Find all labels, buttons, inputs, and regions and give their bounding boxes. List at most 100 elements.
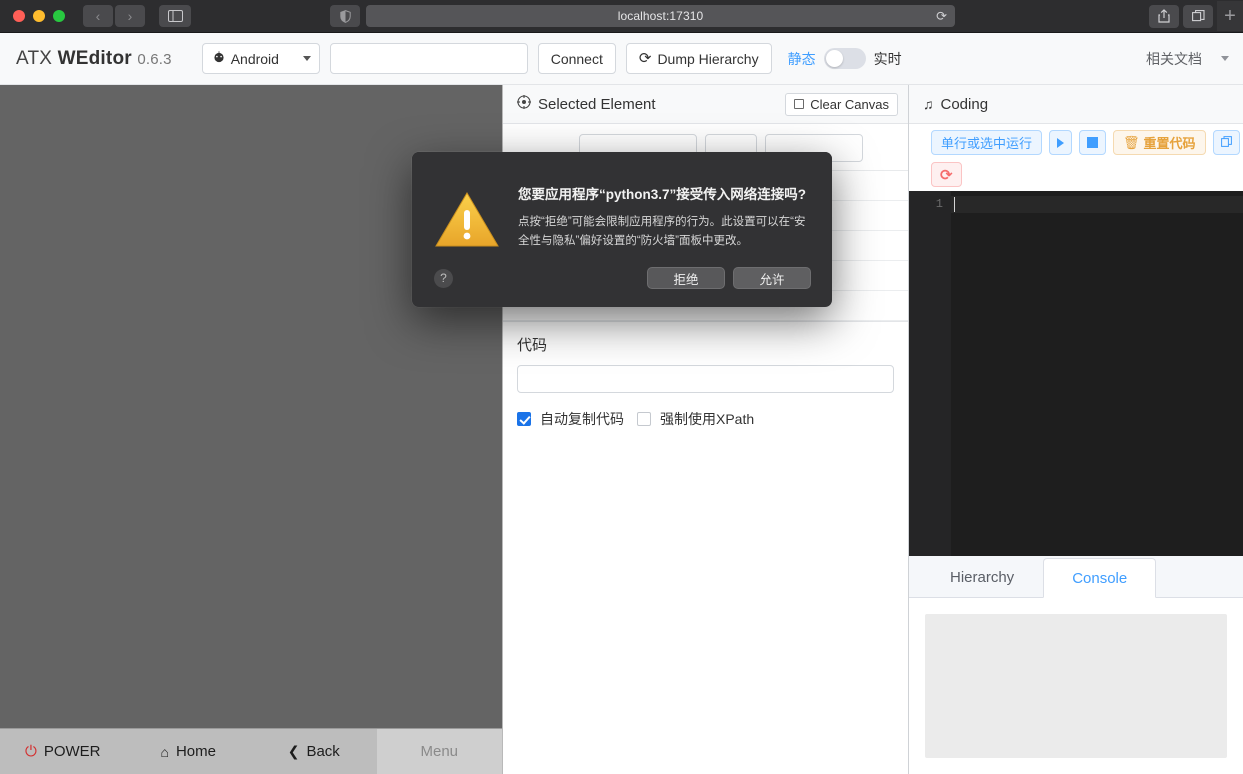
coding-toolbar: 单行或选中运行 🗑 重置代码 ⟳ <box>909 124 1243 191</box>
editor-body[interactable] <box>951 191 1243 556</box>
connect-button[interactable]: Connect <box>537 43 616 74</box>
chevron-left-icon: ❮ <box>287 743 300 759</box>
deny-button[interactable]: 拒绝 <box>647 267 725 289</box>
chevron-down-icon <box>1221 56 1229 61</box>
minimize-window-button[interactable] <box>33 10 45 22</box>
home-icon: ⌂ <box>160 743 169 760</box>
device-menu-label: Menu <box>420 743 459 760</box>
tab-hierarchy[interactable]: Hierarchy <box>921 557 1043 597</box>
inspector-header: Selected Element Clear Canvas <box>503 85 908 124</box>
browser-nav-buttons: ‹ › <box>83 5 145 27</box>
device-power-button[interactable]: ⏻ POWER <box>0 729 126 774</box>
dialog-actions: 拒绝 允许 <box>647 267 811 289</box>
dialog-body: 您要应用程序“python3.7”接受传入网络连接吗? 点按“拒绝”可能会限制应… <box>412 170 832 255</box>
run-all-button[interactable] <box>1049 130 1073 155</box>
coding-pane: ♫ Coding 单行或选中运行 🗑 重置代码 ⟳ 1 Hierarchy Co… <box>909 85 1243 774</box>
tab-console[interactable]: Console <box>1043 558 1157 598</box>
dump-hierarchy-label: Dump Hierarchy <box>657 50 759 67</box>
dialog-footer: ? 拒绝 允许 <box>412 255 832 307</box>
warning-triangle-icon <box>434 176 518 255</box>
refresh-icon: ⟳ <box>638 50 652 67</box>
tab-console-label: Console <box>1072 569 1128 587</box>
dialog-message: 点按“拒绝”可能会限制应用程序的行为。此设置可以在“安全性与隐私”偏好设置的“防… <box>518 216 806 247</box>
code-editor[interactable]: 1 <box>909 191 1243 556</box>
deny-button-label: 拒绝 <box>673 272 699 287</box>
run-selection-label: 单行或选中运行 <box>941 136 1033 151</box>
dialog-title: 您要应用程序“python3.7”接受传入网络连接吗? <box>518 187 807 202</box>
clear-canvas-button[interactable]: Clear Canvas <box>785 92 898 116</box>
code-input[interactable] <box>517 365 894 393</box>
sidebar-toggle-icon[interactable] <box>159 5 191 27</box>
toggle-static-label: 静态 <box>787 50 816 67</box>
platform-select[interactable]: Android <box>201 43 320 74</box>
device-back-button[interactable]: ❮ Back <box>251 729 377 774</box>
inspector-title-text: Selected Element <box>538 95 656 113</box>
help-button[interactable]: ? <box>434 268 453 288</box>
coding-header: ♫ Coding <box>909 85 1243 124</box>
play-icon <box>1057 137 1065 148</box>
restart-icon: ⟳ <box>940 166 953 184</box>
code-section-label: 代码 <box>517 337 548 354</box>
toggle-realtime-label: 实时 <box>873 50 902 67</box>
clear-canvas-label: Clear Canvas <box>810 96 889 112</box>
checkbox-icon <box>794 99 805 109</box>
device-nav-bar: ⏻ POWER ⌂ Home ❮ Back Menu <box>0 728 502 774</box>
bottom-tabs: Hierarchy Console <box>909 556 1243 598</box>
back-button[interactable]: ‹ <box>83 5 113 27</box>
editor-line-numbers: 1 <box>909 191 951 556</box>
console-pane <box>909 598 1243 774</box>
device-serial-input[interactable] <box>329 43 528 74</box>
tab-overview-icon[interactable] <box>1183 4 1213 28</box>
window-traffic-lights <box>0 10 65 22</box>
brand-name: WEditor <box>57 47 132 69</box>
inspector-title: Selected Element <box>517 95 656 113</box>
docs-menu[interactable]: 相关文档 <box>1146 49 1229 69</box>
reload-icon[interactable]: ⟳ <box>936 10 947 23</box>
app-toolbar: ATX WEditor 0.6.3 Android Connect ⟳ Dump… <box>0 33 1243 85</box>
dump-hierarchy-button[interactable]: ⟳ Dump Hierarchy <box>625 43 772 74</box>
copy-code-button[interactable] <box>1212 130 1240 155</box>
allow-button[interactable]: 允许 <box>733 267 811 289</box>
auto-copy-label[interactable]: 自动复制代码 <box>540 409 624 429</box>
toggle-knob <box>825 50 843 67</box>
firewall-permission-dialog: 您要应用程序“python3.7”接受传入网络连接吗? 点按“拒绝”可能会限制应… <box>412 152 832 307</box>
url-text: localhost:17310 <box>617 9 704 23</box>
mode-toggle-group: 静态 实时 <box>788 48 902 69</box>
device-back-label: Back <box>306 743 340 760</box>
close-window-button[interactable] <box>13 10 25 22</box>
docs-menu-label: 相关文档 <box>1146 50 1202 67</box>
stop-button[interactable] <box>1079 130 1107 155</box>
editor-cursor <box>954 197 955 212</box>
browser-url-area: localhost:17310 ⟳ <box>330 5 955 27</box>
editor-active-line <box>951 196 1243 213</box>
url-bar[interactable]: localhost:17310 ⟳ <box>366 5 955 27</box>
line-number: 1 <box>935 197 943 211</box>
code-section: 代码 自动复制代码 强制使用XPath <box>503 321 908 429</box>
forward-button[interactable]: › <box>115 5 145 27</box>
maximize-window-button[interactable] <box>53 10 65 22</box>
code-options-row: 自动复制代码 强制使用XPath <box>517 409 894 429</box>
reset-code-button[interactable]: 🗑 重置代码 <box>1113 130 1206 155</box>
target-icon <box>517 95 531 113</box>
force-xpath-label[interactable]: 强制使用XPath <box>660 409 754 429</box>
connect-button-label: Connect <box>550 50 603 67</box>
browser-right-buttons: + <box>1149 1 1243 31</box>
auto-copy-checkbox[interactable] <box>517 412 531 426</box>
brand-prefix: ATX <box>16 47 58 69</box>
force-xpath-checkbox[interactable] <box>637 412 651 426</box>
device-power-label: POWER <box>43 743 101 760</box>
device-home-label: Home <box>175 743 216 760</box>
device-menu-button[interactable]: Menu <box>376 729 502 774</box>
coding-title: Coding <box>940 95 989 113</box>
console-output <box>925 614 1227 758</box>
device-home-button[interactable]: ⌂ Home <box>126 729 252 774</box>
restart-button[interactable]: ⟳ <box>931 162 962 187</box>
android-icon <box>213 50 225 67</box>
allow-button-label: 允许 <box>759 272 785 287</box>
brand-version: 0.6.3 <box>137 50 172 68</box>
run-selection-button[interactable]: 单行或选中运行 <box>931 130 1043 155</box>
share-icon[interactable] <box>1149 4 1179 28</box>
static-realtime-toggle[interactable] <box>823 48 866 69</box>
shield-icon[interactable] <box>330 5 360 27</box>
new-tab-button[interactable]: + <box>1217 1 1243 31</box>
